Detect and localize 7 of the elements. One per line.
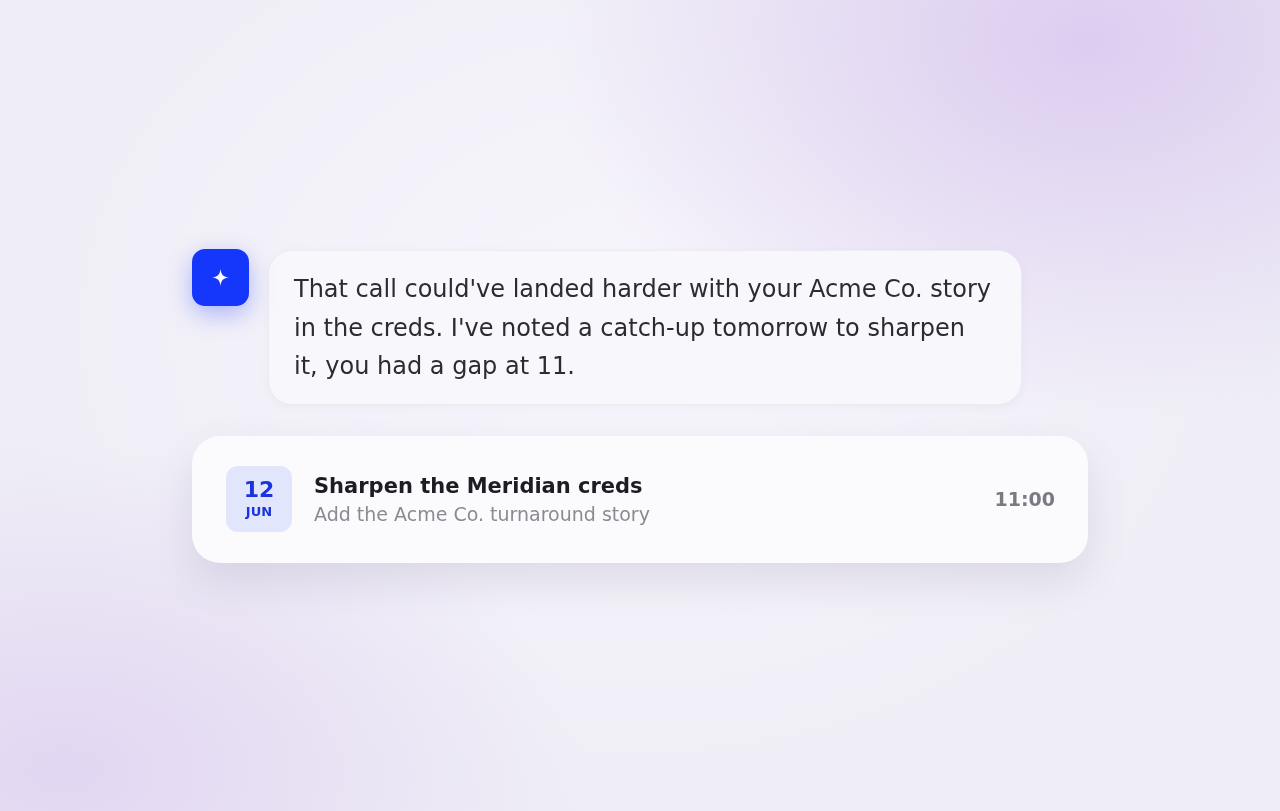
event-time: 11:00 [994,486,1055,512]
month-label: JUN [245,503,273,521]
event-subtitle: Add the Acme Co. turnaround story [314,501,651,527]
event-title: Sharpen the Meridian creds [314,472,644,500]
day-number: 12 [243,477,275,503]
message-text: That call could've landed harder with your Acme Co. story in the creds. I've noted a catch-up tomorrow to sharpen it, you had a gap at 11. [294,274,993,382]
sparkle-icon [192,249,249,306]
